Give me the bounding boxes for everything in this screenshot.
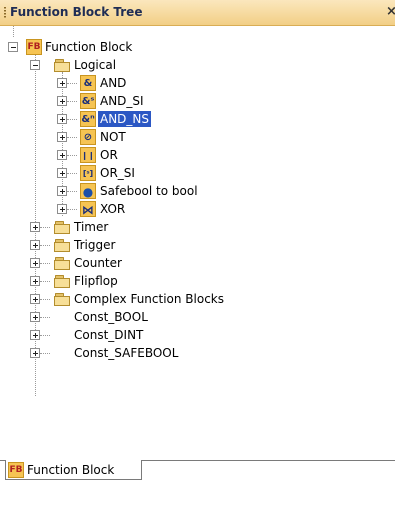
folder-icon: [54, 291, 70, 307]
expand-icon[interactable]: [57, 114, 67, 124]
tree-node-timer[interactable]: Timer: [0, 218, 395, 236]
expand-icon[interactable]: [57, 150, 67, 160]
or-icon: ❙❙: [80, 147, 96, 163]
collapse-icon[interactable]: [8, 42, 18, 52]
expand-icon[interactable]: [30, 222, 40, 232]
and-ns-icon: &ⁿ: [80, 111, 96, 127]
panel-title-bar[interactable]: Function Block Tree ×: [0, 0, 395, 26]
tree-node-logical[interactable]: Logical: [0, 56, 395, 74]
expand-icon[interactable]: [30, 330, 40, 340]
drag-grip-icon[interactable]: [4, 7, 6, 19]
tree-node-safebool-to-bool[interactable]: ● Safebool to bool: [0, 182, 395, 200]
tree-node-and[interactable]: & AND: [0, 74, 395, 92]
expand-icon[interactable]: [30, 348, 40, 358]
expand-icon[interactable]: [30, 276, 40, 286]
tree-node-label[interactable]: OR_SI: [98, 165, 137, 181]
function-block-icon: FB: [26, 39, 42, 55]
tree-node-flipflop[interactable]: Flipflop: [0, 272, 395, 290]
expand-icon[interactable]: [30, 294, 40, 304]
tree-node-label[interactable]: Complex Function Blocks: [72, 291, 226, 307]
tree-node-label[interactable]: Const_DINT: [72, 327, 145, 343]
expand-icon[interactable]: [57, 168, 67, 178]
tree-node-complex-function-blocks[interactable]: Complex Function Blocks: [0, 290, 395, 308]
open-folder-icon: [54, 57, 70, 73]
expand-icon[interactable]: [57, 186, 67, 196]
expand-icon[interactable]: [30, 240, 40, 250]
tree-node-or-si[interactable]: [ˢ] OR_SI: [0, 164, 395, 182]
expand-icon[interactable]: [57, 132, 67, 142]
expand-icon[interactable]: [30, 258, 40, 268]
function-block-icon: FB: [8, 462, 24, 478]
close-icon[interactable]: ×: [386, 4, 395, 20]
tree-node-label[interactable]: AND: [98, 75, 128, 91]
tree-node-label[interactable]: OR: [98, 147, 120, 163]
tree-node-and-si[interactable]: &ˢ AND_SI: [0, 92, 395, 110]
tree-node-label[interactable]: Counter: [72, 255, 124, 271]
expand-icon[interactable]: [30, 312, 40, 322]
tree-node-label[interactable]: Const_SAFEBOOL: [72, 345, 180, 361]
not-icon: ⊘: [80, 129, 96, 145]
expand-icon[interactable]: [57, 204, 67, 214]
tree-node-label-selected[interactable]: AND_NS: [98, 111, 152, 127]
tab-function-block[interactable]: FB Function Block: [5, 460, 142, 480]
function-block-tree: FB Function Block Logical & AND &ˢ AND_S…: [0, 26, 395, 456]
tree-node-const-dint[interactable]: Const_DINT: [0, 326, 395, 344]
folder-icon: [54, 237, 70, 253]
tree-node-and-ns[interactable]: &ⁿ AND_NS: [0, 110, 395, 128]
tree-node-label[interactable]: Timer: [72, 219, 110, 235]
tree-node-label[interactable]: AND_SI: [98, 93, 146, 109]
tree-node-label[interactable]: NOT: [98, 129, 128, 145]
folder-icon: [54, 273, 70, 289]
tree-node-function-block[interactable]: FB Function Block: [0, 38, 395, 56]
tree-node-const-bool[interactable]: Const_BOOL: [0, 308, 395, 326]
folder-icon: [54, 255, 70, 271]
safebool-icon: ●: [80, 183, 96, 199]
tree-node-not[interactable]: ⊘ NOT: [0, 128, 395, 146]
tree-node-label[interactable]: Function Block: [43, 39, 134, 55]
or-si-icon: [ˢ]: [80, 165, 96, 181]
tree-node-const-safebool[interactable]: Const_SAFEBOOL: [0, 344, 395, 362]
collapse-icon[interactable]: [30, 60, 40, 70]
xor-icon: ⋈: [80, 201, 96, 217]
tree-node-trigger[interactable]: Trigger: [0, 236, 395, 254]
function-block-tree-panel: Function Block Tree × FB Function Block …: [0, 0, 395, 508]
tree-node-or[interactable]: ❙❙ OR: [0, 146, 395, 164]
panel-title: Function Block Tree: [10, 5, 143, 19]
tree-node-label[interactable]: XOR: [98, 201, 127, 217]
expand-icon[interactable]: [57, 96, 67, 106]
folder-icon: [54, 219, 70, 235]
tree-connector: [13, 26, 14, 37]
tree-node-label[interactable]: Flipflop: [72, 273, 120, 289]
tree-node-label[interactable]: Const_BOOL: [72, 309, 150, 325]
tab-label: Function Block: [27, 463, 115, 477]
tree-node-counter[interactable]: Counter: [0, 254, 395, 272]
tree-node-label[interactable]: Trigger: [72, 237, 117, 253]
and-si-icon: &ˢ: [80, 93, 96, 109]
tree-node-label[interactable]: Safebool to bool: [98, 183, 200, 199]
tree-node-label[interactable]: Logical: [72, 57, 118, 73]
expand-icon[interactable]: [57, 78, 67, 88]
and-icon: &: [80, 75, 96, 91]
tree-node-xor[interactable]: ⋈ XOR: [0, 200, 395, 218]
